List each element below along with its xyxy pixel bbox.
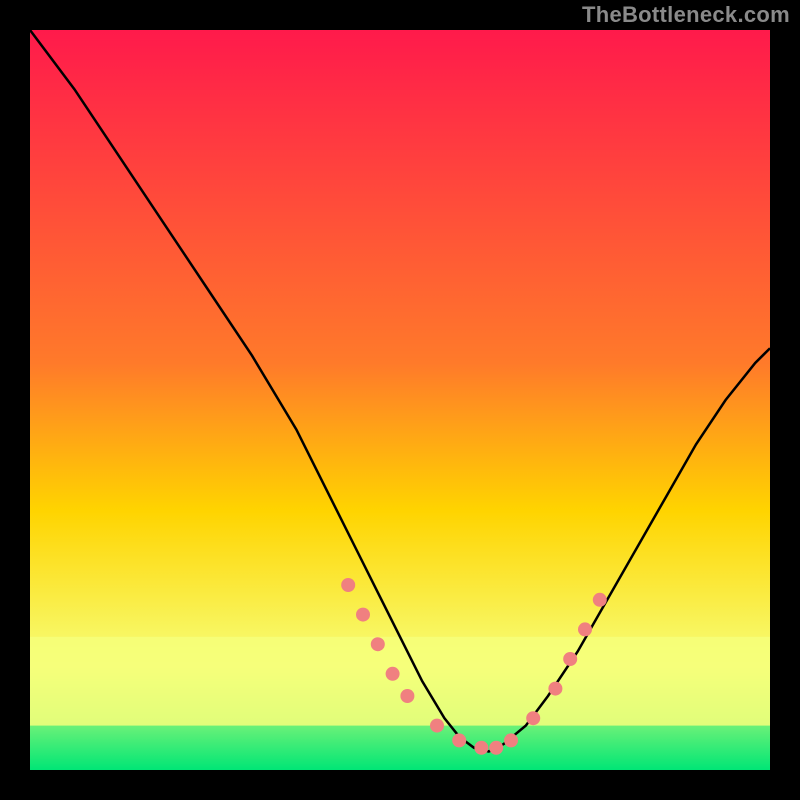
data-dot [400, 689, 414, 703]
data-dot [452, 733, 466, 747]
data-dot [593, 593, 607, 607]
data-dot [489, 741, 503, 755]
data-dot [474, 741, 488, 755]
attribution-text: TheBottleneck.com [582, 2, 790, 28]
data-dot [563, 652, 577, 666]
data-dot [430, 719, 444, 733]
bottleneck-curve-chart [30, 30, 770, 770]
plot-area [30, 30, 770, 770]
data-dot [526, 711, 540, 725]
chart-frame: TheBottleneck.com [0, 0, 800, 800]
data-dot [548, 682, 562, 696]
data-dot [371, 637, 385, 651]
data-dot [356, 608, 370, 622]
data-dot [578, 622, 592, 636]
data-dot [504, 733, 518, 747]
highlight-band [30, 637, 770, 726]
data-dot [341, 578, 355, 592]
data-dot [386, 667, 400, 681]
